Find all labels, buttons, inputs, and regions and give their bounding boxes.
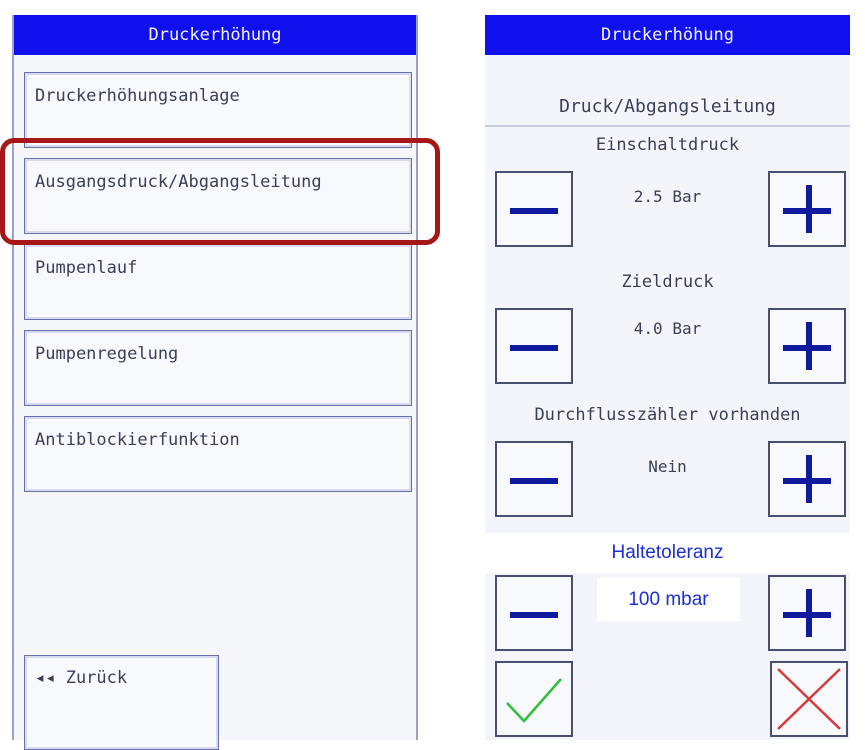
increase-einschaltdruck-button[interactable]	[768, 171, 846, 247]
decrease-einschaltdruck-button[interactable]	[495, 171, 573, 247]
panel-title: Druckerhöhung	[485, 15, 850, 55]
menu-item-antiblockierfunktion[interactable]: Antiblockierfunktion	[24, 416, 412, 492]
section-title: Druck/Abgangsleitung	[485, 87, 850, 127]
setting-label-haltetoleranz: Haltetoleranz	[485, 533, 850, 573]
menu-item-druckerhoehungsanlage[interactable]: Druckerhöhungsanlage	[24, 72, 412, 148]
check-icon	[506, 678, 562, 723]
menu-item-label: Pumpenregelung	[35, 344, 179, 364]
menu-item-pumpenlauf[interactable]: Pumpenlauf	[24, 244, 412, 320]
decrease-haltetoleranz-button[interactable]	[495, 575, 573, 651]
menu-item-label: Druckerhöhungsanlage	[35, 86, 240, 106]
setting-label-einschaltdruck: Einschaltdruck	[595, 135, 740, 155]
decrease-zieldruck-button[interactable]	[495, 308, 573, 384]
increase-zieldruck-button[interactable]	[768, 308, 846, 384]
back-label: ◂◂ Zurück	[35, 668, 128, 688]
setting-label-zieldruck: Zieldruck	[621, 272, 714, 292]
back-button[interactable]: ◂◂ Zurück	[24, 655, 219, 750]
minus-icon	[510, 612, 558, 618]
menu-item-pumpenregelung[interactable]: Pumpenregelung	[24, 330, 412, 406]
menu-panel: Druckerhöhung Druckerhöhungsanlage Ausga…	[12, 15, 418, 750]
menu-item-label: Antiblockierfunktion	[35, 430, 240, 450]
settings-panel: Druckerhöhung Druck/Abgangsleitung Einsc…	[485, 15, 850, 740]
setting-value-durchflusszaehler: Nein	[648, 457, 687, 476]
close-icon	[777, 668, 841, 730]
page-title: Druckerhöhung	[14, 15, 416, 55]
minus-icon	[510, 478, 558, 484]
setting-label-durchflusszaehler: Durchflusszähler vorhanden	[534, 405, 801, 425]
cancel-button[interactable]	[770, 661, 848, 737]
selection-highlight	[0, 138, 440, 245]
decrease-durchflusszaehler-button[interactable]	[495, 441, 573, 517]
confirm-button[interactable]	[495, 661, 573, 737]
setting-value-einschaltdruck: 2.5 Bar	[633, 187, 702, 206]
increase-haltetoleranz-button[interactable]	[768, 575, 846, 651]
setting-value-haltetoleranz: 100 mbar	[597, 578, 740, 621]
menu-item-label: Pumpenlauf	[35, 258, 138, 278]
setting-value-zieldruck: 4.0 Bar	[633, 319, 702, 338]
minus-icon	[510, 208, 558, 214]
increase-durchflusszaehler-button[interactable]	[768, 441, 846, 517]
minus-icon	[510, 345, 558, 351]
